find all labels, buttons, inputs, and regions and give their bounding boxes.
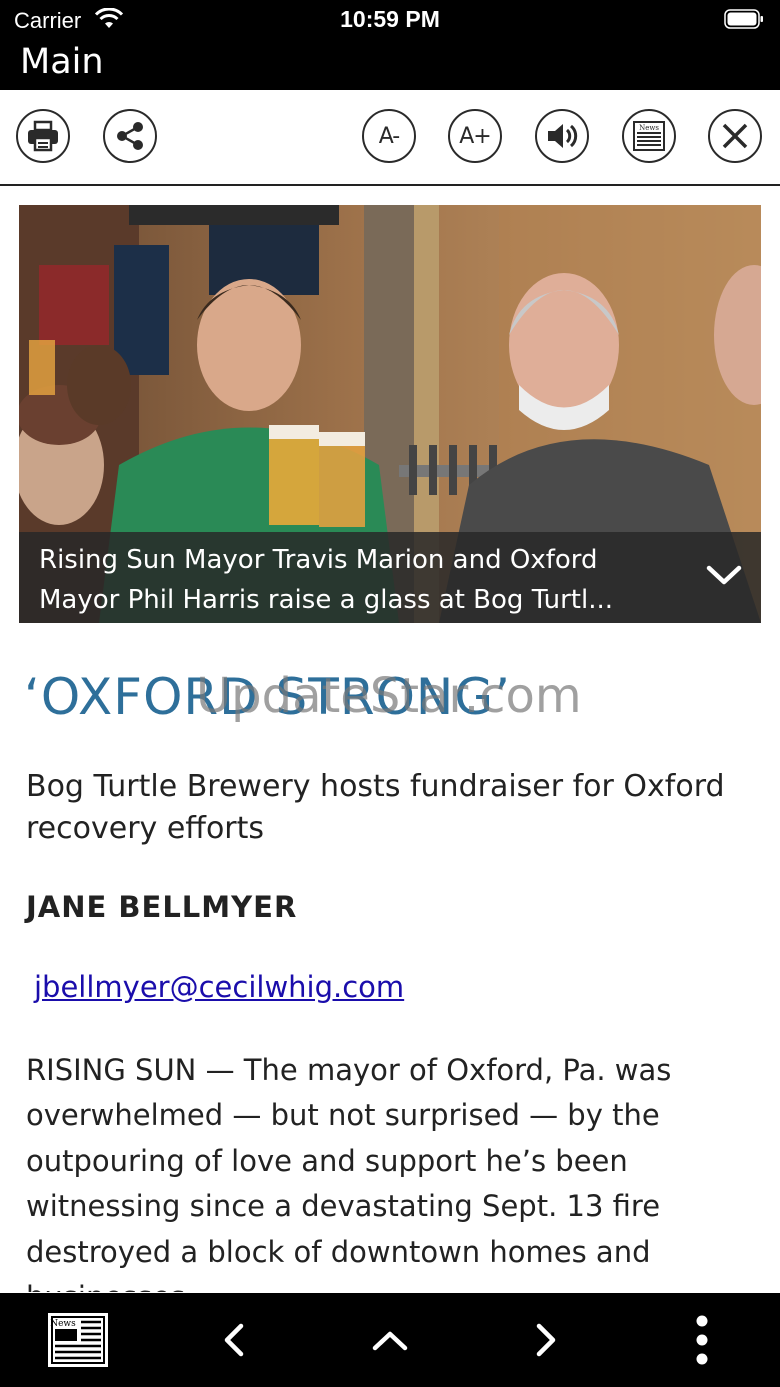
nav-bar: Main (0, 40, 780, 90)
more-vertical-icon (696, 1315, 708, 1365)
battery-icon (724, 9, 763, 29)
font-increase-label: A+ (459, 123, 492, 149)
previous-button[interactable] (210, 1293, 258, 1387)
newspaper-icon: News (48, 1313, 108, 1367)
chevron-down-icon[interactable] (705, 560, 743, 590)
share-button[interactable] (103, 109, 157, 163)
chevron-right-icon (536, 1323, 556, 1357)
newspaper-nav-button[interactable]: News (40, 1293, 116, 1387)
share-icon (117, 122, 143, 150)
article-toolbar: A- A+ News (0, 90, 780, 186)
font-decrease-button[interactable]: A- (362, 109, 416, 163)
newspaper-icon: News (633, 121, 665, 151)
headline-area: ‘OXFORD STRONG’ UpdateStar.com (24, 668, 764, 738)
photo-caption: Rising Sun Mayor Travis Marion and Oxfor… (19, 532, 761, 623)
article-photo[interactable]: Rising Sun Mayor Travis Marion and Oxfor… (19, 205, 761, 623)
scroll-top-button[interactable] (366, 1293, 414, 1387)
newspaper-button[interactable]: News (622, 109, 676, 163)
speaker-button[interactable] (535, 109, 589, 163)
close-icon (722, 123, 748, 149)
chevron-up-icon (372, 1331, 408, 1351)
newspaper-label: News (639, 124, 659, 132)
print-icon (28, 120, 58, 152)
speaker-icon (548, 124, 578, 148)
clock: 10:59 PM (340, 6, 440, 32)
next-button[interactable] (522, 1293, 570, 1387)
more-button[interactable] (680, 1293, 724, 1387)
newspaper-nav-label: News (50, 1319, 76, 1329)
print-button[interactable] (16, 109, 70, 163)
page-title: Main (20, 42, 104, 82)
font-increase-button[interactable]: A+ (448, 109, 502, 163)
article-subhead: Bog Turtle Brewery hosts fundraiser for … (26, 769, 725, 846)
bottom-bar: News (0, 1293, 780, 1387)
status-bar: Carrier 10:59 PM (0, 0, 780, 40)
close-button[interactable] (708, 109, 762, 163)
watermark: UpdateStar.com (196, 668, 582, 724)
photo-caption-text: Rising Sun Mayor Travis Marion and Oxfor… (39, 545, 614, 615)
chevron-left-icon (224, 1323, 244, 1357)
author-byline: JANE BELLMYER (26, 890, 298, 924)
font-decrease-label: A- (378, 123, 400, 149)
article-body: RISING SUN — The mayor of Oxford, Pa. wa… (26, 1053, 672, 1292)
author-email-link[interactable]: jbellmyer@cecilwhig.com (34, 970, 404, 1004)
